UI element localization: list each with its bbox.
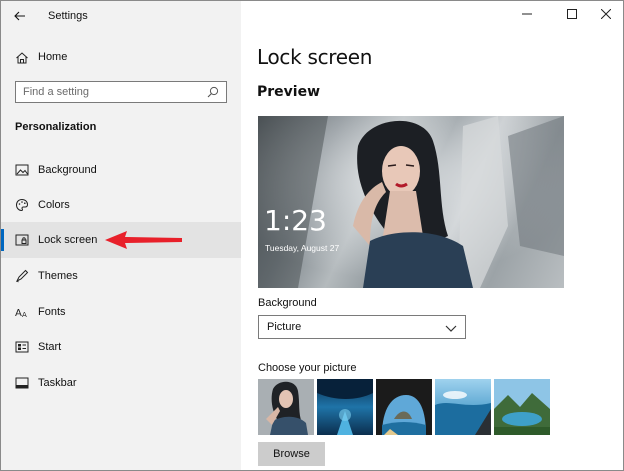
sidebar-item-label: Colors (38, 199, 70, 211)
thumbnail-image (376, 379, 432, 435)
sidebar-item-lock-screen[interactable]: Lock screen (1, 222, 241, 258)
thumbnail-image (317, 379, 373, 435)
search-input[interactable]: Find a setting (15, 81, 227, 103)
preview-date: Tuesday, August 27 (265, 243, 340, 253)
taskbar-icon (14, 375, 30, 391)
start-icon (14, 339, 30, 355)
sidebar-item-label: Taskbar (38, 377, 77, 389)
background-label: Background (258, 297, 317, 309)
browse-button[interactable]: Browse (258, 442, 325, 466)
svg-text:A: A (22, 311, 27, 319)
active-indicator (1, 229, 4, 251)
sidebar-item-label: Themes (38, 270, 78, 282)
sidebar-item-label: Lock screen (38, 234, 98, 246)
sidebar-item-themes[interactable]: Themes (1, 258, 241, 294)
picture-thumbnail-woman-portrait[interactable] (258, 379, 314, 435)
main-content: Lock screen Preview 1:23 Tuesday, August… (241, 1, 623, 470)
picture-thumbnail-sea-arch[interactable] (376, 379, 432, 435)
search-placeholder: Find a setting (23, 86, 90, 98)
lock-screen-preview: 1:23 Tuesday, August 27 (258, 116, 564, 288)
thumbnail-image (494, 379, 550, 435)
app-title: Settings (48, 10, 88, 22)
background-dropdown-value: Picture (267, 321, 302, 333)
settings-window: Settings Home Find a setting Personaliza… (0, 0, 624, 471)
nav-home-label: Home (38, 51, 68, 63)
picture-thumbnail-mountain-lake[interactable] (494, 379, 550, 435)
preview-time: 1:23 (264, 204, 327, 237)
page-title: Lock screen (257, 45, 373, 69)
title-bar: Settings (1, 1, 241, 31)
palette-icon (14, 197, 30, 213)
sidebar: Settings Home Find a setting Personaliza… (1, 1, 241, 470)
minimize-button[interactable] (512, 3, 542, 25)
thumbnail-image (258, 379, 314, 435)
sidebar-item-start[interactable]: Start (1, 329, 241, 365)
themes-icon (14, 268, 30, 284)
picture-thumbnail-ocean-aerial[interactable] (435, 379, 491, 435)
sidebar-item-label: Background (38, 164, 97, 176)
sidebar-item-fonts[interactable]: AA Fonts (1, 294, 241, 330)
sidebar-item-taskbar[interactable]: Taskbar (1, 365, 241, 401)
sidebar-item-background[interactable]: Background (1, 152, 241, 188)
annotation-arrow-icon (105, 231, 182, 249)
svg-text:A: A (15, 308, 22, 319)
home-icon (14, 50, 30, 66)
fonts-icon: AA (14, 304, 30, 320)
chevron-down-icon (445, 325, 457, 332)
maximize-button[interactable] (557, 3, 587, 25)
maximize-icon (567, 9, 577, 19)
nav-home[interactable]: Home (1, 45, 241, 71)
background-dropdown[interactable]: Picture (258, 315, 466, 339)
search-icon (207, 86, 219, 98)
back-arrow-icon (14, 11, 25, 21)
back-button[interactable] (9, 6, 31, 26)
preview-heading: Preview (257, 84, 321, 100)
preview-image (258, 116, 564, 288)
picture-thumbnail-ice-cave[interactable] (317, 379, 373, 435)
picture-icon (14, 162, 30, 178)
close-icon (601, 9, 611, 19)
close-button[interactable] (591, 3, 621, 25)
minimize-icon (522, 13, 532, 15)
section-title: Personalization (15, 121, 97, 133)
sidebar-item-label: Fonts (38, 306, 66, 318)
choose-picture-label: Choose your picture (258, 362, 357, 374)
lock-screen-icon (14, 232, 30, 248)
sidebar-item-colors[interactable]: Colors (1, 187, 241, 223)
thumbnail-image (435, 379, 491, 435)
sidebar-item-label: Start (38, 341, 62, 353)
